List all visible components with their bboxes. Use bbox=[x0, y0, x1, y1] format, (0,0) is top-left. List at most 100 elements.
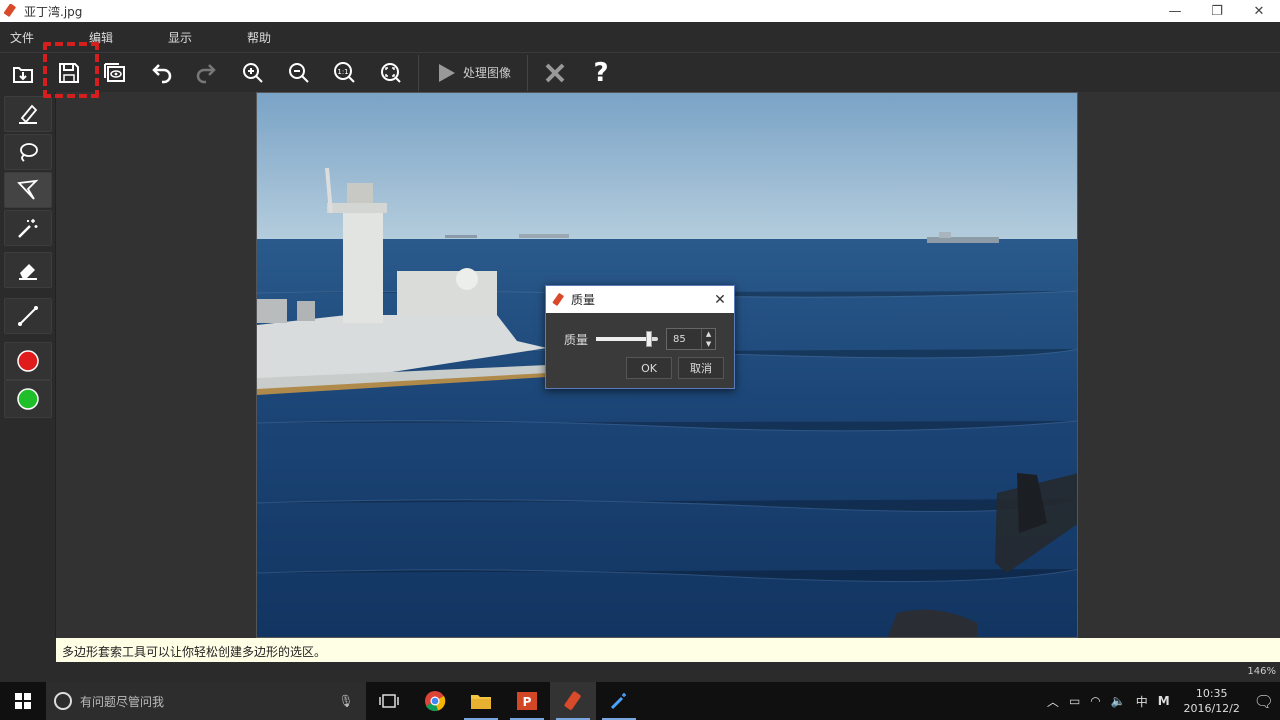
chrome-app[interactable] bbox=[412, 682, 458, 720]
powerpoint-app[interactable]: P bbox=[504, 682, 550, 720]
preview-icon bbox=[104, 62, 125, 82]
ok-button[interactable]: OK bbox=[626, 357, 672, 379]
microphone-icon[interactable]: 🎙 bbox=[326, 694, 366, 708]
polygon-lasso-tool[interactable] bbox=[4, 172, 52, 208]
status-hint: 多边形套索工具可以让你轻松创建多边形的选区。 bbox=[56, 638, 1280, 662]
quality-slider[interactable] bbox=[596, 331, 659, 347]
quality-slider-fill bbox=[596, 337, 649, 341]
cancel-process-button[interactable] bbox=[532, 54, 578, 92]
red-color-icon bbox=[17, 350, 39, 372]
close-button[interactable]: ✕ bbox=[1238, 0, 1280, 22]
zoom-in-icon bbox=[243, 62, 263, 83]
wifi-icon[interactable]: ◠ bbox=[1090, 694, 1100, 708]
redo-button[interactable] bbox=[184, 54, 230, 92]
marker-tool[interactable] bbox=[4, 96, 52, 132]
line-tool[interactable] bbox=[4, 298, 52, 334]
magic-wand-tool[interactable] bbox=[4, 210, 52, 246]
system-tray: ︿ ▭ ◠ 🔈 中 M 10:35 2016/12/2 🗨 bbox=[1047, 686, 1280, 716]
undo-button[interactable] bbox=[138, 54, 184, 92]
toolbar-separator bbox=[527, 54, 529, 91]
dialog-title: 质量 bbox=[571, 293, 596, 307]
eraser-app-icon bbox=[564, 691, 581, 710]
quality-spinbox[interactable]: 85 ▲ ▼ bbox=[666, 328, 717, 350]
zoom-actual-icon: 1:1 bbox=[334, 61, 355, 83]
menu-help[interactable]: 帮助 bbox=[237, 29, 316, 46]
toolbar-separator bbox=[418, 54, 419, 91]
chrome-icon bbox=[425, 691, 446, 712]
notification-icon[interactable]: 🗨 bbox=[1254, 692, 1274, 711]
zoom-level: 146% bbox=[1247, 666, 1276, 677]
image-editor-app[interactable] bbox=[550, 682, 596, 720]
task-view-button[interactable] bbox=[366, 682, 412, 720]
zoom-fit-button[interactable] bbox=[368, 54, 414, 92]
lasso-icon bbox=[20, 143, 38, 162]
restore-button[interactable]: ❐ bbox=[1196, 0, 1238, 22]
help-button[interactable]: ? bbox=[578, 54, 624, 92]
zoom-actual-label: 1:1 bbox=[337, 68, 348, 76]
quality-slider-thumb[interactable] bbox=[645, 331, 652, 347]
save-highlight-marker bbox=[43, 42, 99, 98]
ime-indicator[interactable]: 中 bbox=[1136, 693, 1148, 710]
marker-icon bbox=[19, 104, 38, 124]
menu-bar: 文件 编辑 显示 帮助 bbox=[0, 22, 1280, 52]
clock-time: 10:35 bbox=[1195, 687, 1228, 700]
toolbar: 1:1 处理图像 ? bbox=[0, 52, 1280, 92]
search-placeholder: 有问题尽管问我 bbox=[80, 694, 165, 709]
quality-value[interactable]: 85 bbox=[667, 334, 701, 345]
spin-arrows-icon[interactable]: ▲ ▼ bbox=[701, 329, 715, 349]
battery-icon[interactable]: ▭ bbox=[1069, 694, 1080, 708]
process-image-button[interactable]: 处理图像 bbox=[423, 54, 523, 92]
eraser-icon bbox=[19, 264, 37, 280]
tool-panel bbox=[0, 92, 56, 638]
cancel-button[interactable]: 取消 bbox=[678, 357, 724, 379]
primary-color-swatch[interactable] bbox=[4, 342, 52, 380]
volume-icon[interactable]: 🔈 bbox=[1111, 694, 1126, 708]
secondary-color-swatch[interactable] bbox=[4, 380, 52, 418]
polygon-lasso-icon bbox=[17, 179, 39, 200]
cortana-icon bbox=[54, 692, 72, 710]
help-icon: ? bbox=[593, 57, 609, 88]
ime-mode-indicator[interactable]: M bbox=[1158, 694, 1170, 708]
clock[interactable]: 10:35 2016/12/2 bbox=[1180, 686, 1244, 716]
dialog-title-bar: 质量 ✕ bbox=[546, 286, 734, 313]
line-icon bbox=[18, 306, 38, 326]
zoom-level-bar: 146% bbox=[0, 662, 1280, 682]
zoom-actual-button[interactable]: 1:1 bbox=[322, 54, 368, 92]
magic-wand-icon bbox=[610, 693, 626, 710]
show-hidden-icons[interactable]: ︿ bbox=[1047, 693, 1059, 710]
task-view-icon bbox=[379, 694, 399, 708]
menu-view[interactable]: 显示 bbox=[158, 29, 237, 46]
zoom-fit-icon bbox=[381, 62, 401, 83]
open-file-icon bbox=[13, 66, 33, 83]
quality-dialog: 质量 ✕ 质量 85 ▲ ▼ OK 取消 bbox=[545, 285, 735, 389]
svg-text:P: P bbox=[523, 695, 532, 709]
eraser-app-icon bbox=[552, 292, 564, 306]
redo-icon bbox=[196, 63, 216, 83]
title-bar: 亚丁湾.jpg — ❐ ✕ bbox=[0, 0, 1280, 22]
taskbar-search[interactable]: 有问题尽管问我 🎙 bbox=[46, 682, 366, 720]
dialog-close-button[interactable]: ✕ bbox=[706, 292, 734, 308]
zoom-in-button[interactable] bbox=[230, 54, 276, 92]
close-x-icon bbox=[545, 63, 565, 82]
open-button[interactable] bbox=[0, 54, 46, 92]
undo-icon bbox=[152, 63, 172, 83]
zoom-out-icon bbox=[289, 62, 309, 83]
process-image-label: 处理图像 bbox=[463, 66, 512, 80]
green-color-icon bbox=[17, 388, 39, 410]
start-button[interactable] bbox=[0, 682, 46, 720]
powerpoint-icon: P bbox=[517, 692, 537, 710]
zoom-out-button[interactable] bbox=[276, 54, 322, 92]
window-title: 亚丁湾.jpg bbox=[24, 4, 83, 19]
minimize-button[interactable]: — bbox=[1154, 0, 1196, 22]
folder-icon bbox=[471, 695, 491, 709]
file-explorer-app[interactable] bbox=[458, 682, 504, 720]
windows-icon bbox=[15, 693, 31, 709]
magic-wand-icon bbox=[18, 219, 38, 238]
tool-app[interactable] bbox=[596, 682, 642, 720]
eraser-tool[interactable] bbox=[4, 252, 52, 288]
quality-row: 质量 85 ▲ ▼ bbox=[564, 328, 717, 350]
quality-label: 质量 bbox=[564, 332, 589, 347]
eraser-app-icon bbox=[4, 4, 16, 17]
lasso-tool[interactable] bbox=[4, 134, 52, 170]
play-icon bbox=[439, 63, 455, 82]
